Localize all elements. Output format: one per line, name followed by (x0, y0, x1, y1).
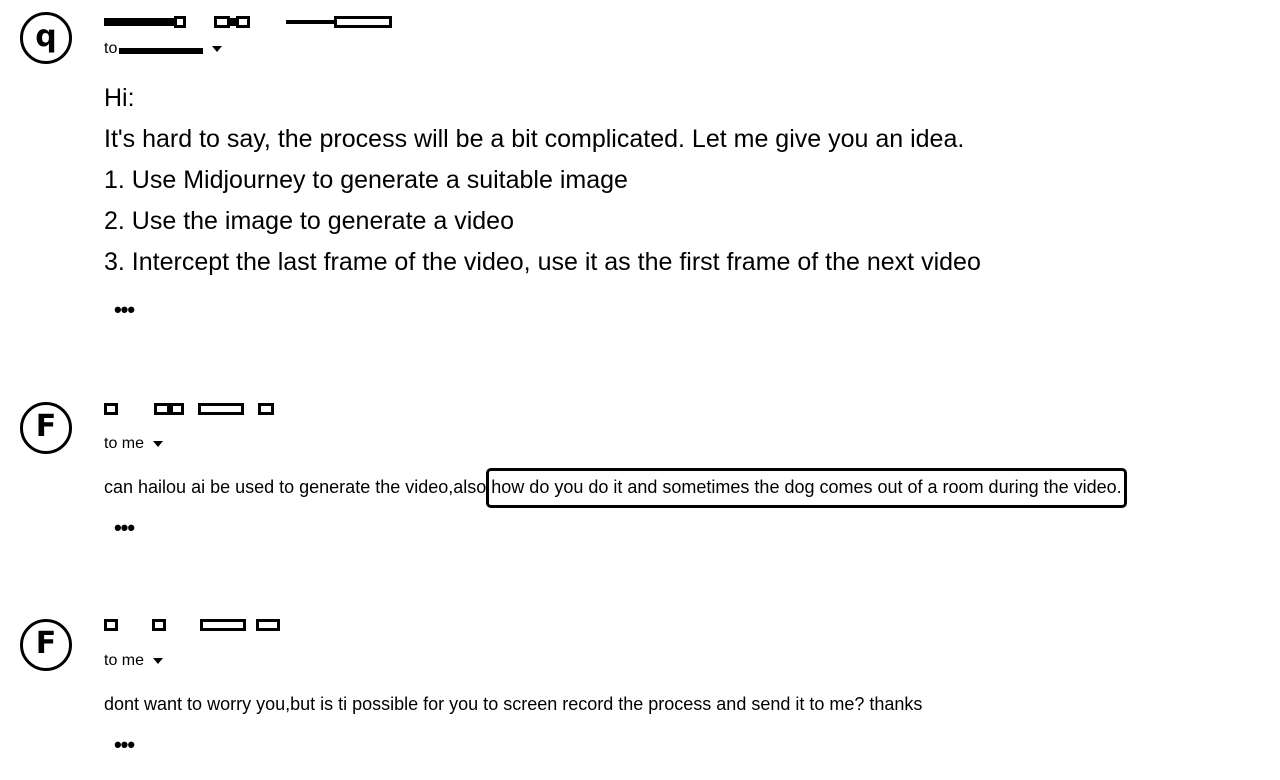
recipient-label: to (104, 40, 118, 57)
sender-name-redacted (104, 12, 392, 32)
sender-avatar[interactable]: F (20, 619, 72, 671)
show-trimmed-content-button[interactable]: ••• (106, 734, 142, 756)
body-text: dont want to worry you,but is ti possibl… (104, 694, 923, 714)
avatar-letter: F (35, 409, 57, 444)
message-body: can hailou ai be used to generate the vi… (104, 468, 1127, 508)
highlighted-text: how do you do it and sometimes the dog c… (486, 468, 1127, 508)
message-body: Hi: It's hard to say, the process will b… (104, 78, 981, 283)
message-body: dont want to worry you,but is ti possibl… (104, 691, 922, 717)
sender-name-redacted (104, 615, 280, 635)
body-line: 3. Intercept the last frame of the video… (104, 248, 981, 276)
show-trimmed-content-button[interactable]: ••• (106, 517, 142, 539)
body-text: can hailou ai be used to generate the vi… (104, 477, 487, 497)
show-trimmed-content-button[interactable]: ••• (106, 299, 142, 321)
chevron-down-icon[interactable] (153, 441, 164, 447)
recipient-line: to me (104, 652, 164, 670)
avatar-letter: q (35, 19, 57, 54)
chevron-down-icon[interactable] (212, 46, 223, 52)
sender-name-redacted (104, 399, 274, 419)
body-line: 2. Use the image to generate a video (104, 207, 514, 235)
recipient-label: to me (104, 652, 145, 669)
body-line: 1. Use Midjourney to generate a suitable… (104, 166, 628, 194)
body-line: It's hard to say, the process will be a … (104, 125, 965, 153)
avatar-letter: F (35, 626, 57, 661)
recipient-line: to me (104, 435, 164, 453)
sender-avatar[interactable]: q (20, 12, 72, 64)
body-line: Hi: (104, 84, 135, 112)
recipient-label: to me (104, 435, 145, 452)
chevron-down-icon[interactable] (153, 658, 164, 664)
recipient-line: to (104, 40, 223, 58)
sender-avatar[interactable]: F (20, 402, 72, 454)
